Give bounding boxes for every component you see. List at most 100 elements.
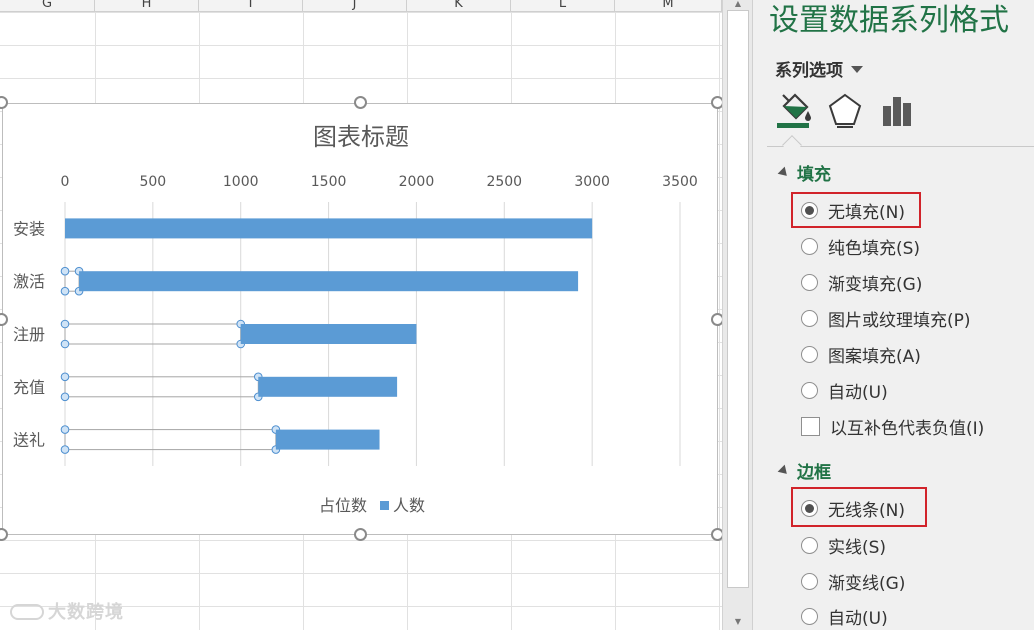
no-fill-option[interactable]: 无填充(N) (801, 196, 905, 224)
border-section-header[interactable]: 边框 (777, 458, 831, 483)
category-label-3: 充值 (13, 378, 45, 397)
solid-line-label: 实线(S) (828, 537, 887, 558)
collapse-triangle-icon (777, 166, 791, 180)
x-tick-label-4: 2000 (399, 174, 435, 190)
x-tick-label-7: 3500 (662, 174, 698, 190)
spreadsheet-area[interactable]: G H I J K L M 大数跨境 图表标题 0 500 1000 1500 2000 2… (0, 0, 722, 630)
automatic-line-label: 自动(U) (828, 608, 888, 629)
no-line-label: 无线条(N) (828, 500, 905, 521)
picture-texture-fill-radio[interactable] (801, 309, 818, 327)
placeholder-bar-handle-3-2 (60, 392, 70, 402)
column-header-l[interactable]: L (511, 0, 615, 11)
paint-bucket-icon[interactable] (775, 92, 811, 130)
bar-chart[interactable]: 图表标题 0 500 1000 1500 2000 2500 3000 3500 安装激活注册充值… (3, 104, 719, 536)
gradient-line-option[interactable]: 渐变线(G) (801, 567, 905, 595)
chart-area[interactable]: 图表标题 0 500 1000 1500 2000 2500 3000 3500 安装 激活 注册 充值… (2, 103, 718, 535)
x-tick-label-5: 2500 (486, 174, 522, 190)
column-header-row: G H I J K L M (0, 0, 722, 12)
placeholder-bar-handle-1-0 (60, 266, 70, 276)
fill-section-header[interactable]: 填充 (777, 160, 831, 185)
picture-texture-fill-label: 图片或纹理填充(P) (828, 310, 971, 331)
legend-label-count: 人数 (393, 496, 425, 515)
pattern-fill-radio[interactable] (801, 345, 818, 363)
category-label-2: 注册 (13, 325, 45, 344)
value-bar-3 (258, 376, 398, 397)
value-bar-4 (275, 429, 380, 450)
picture-texture-fill-option[interactable]: 图片或纹理填充(P) (801, 304, 971, 332)
tab-divider (767, 146, 1034, 147)
automatic-fill-option[interactable]: 自动(U) (801, 376, 888, 404)
column-header-m[interactable]: M (615, 0, 722, 11)
x-tick-label-1: 500 (139, 174, 166, 190)
format-data-series-pane: 设置数据系列格式 系列选项 填充 无填充(N) 纯色填充(S) 渐变填充(G) … (752, 0, 1034, 630)
chart-resize-handle-bottom-right[interactable] (711, 528, 722, 541)
collapse-triangle-icon (777, 464, 791, 478)
gradient-line-radio[interactable] (801, 572, 818, 590)
border-section-label: 边框 (797, 463, 831, 483)
solid-fill-radio[interactable] (801, 237, 818, 255)
scrollbar-thumb[interactable] (727, 10, 749, 588)
solid-line-radio[interactable] (801, 536, 818, 554)
column-header-j[interactable]: J (303, 0, 407, 11)
placeholder-bar-handle-4-2 (60, 445, 70, 454)
invert-if-negative-option[interactable]: 以互补色代表负值(I) (801, 412, 984, 440)
scroll-up-arrow-icon[interactable]: ▲ (729, 0, 747, 8)
gradient-fill-option[interactable]: 渐变填充(G) (801, 268, 922, 296)
category-label-1: 激活 (13, 272, 45, 291)
value-bar-2 (240, 324, 417, 344)
no-line-option[interactable]: 无线条(N) (801, 494, 905, 522)
category-label-4: 送礼 (13, 431, 45, 450)
chevron-down-icon (851, 66, 863, 73)
placeholder-bar-handle-3-0 (60, 372, 70, 382)
x-tick-label-3: 1500 (311, 174, 347, 190)
x-tick-label-0: 0 (61, 174, 70, 190)
series-options-label: 系列选项 (775, 61, 843, 81)
gradient-line-label: 渐变线(G) (828, 573, 906, 594)
placeholder-bar-handle-2-2 (60, 339, 70, 349)
watermark: 大数跨境 (10, 598, 124, 624)
solid-fill-option[interactable]: 纯色填充(S) (801, 232, 920, 260)
no-line-radio[interactable] (801, 499, 818, 517)
active-tab-pointer (782, 135, 802, 155)
placeholder-bar-handle-2-0 (60, 319, 70, 329)
pattern-fill-label: 图案填充(A) (828, 346, 921, 367)
placeholder-bar-4 (64, 429, 277, 451)
chart-resize-handle-bottom[interactable] (354, 528, 367, 541)
scroll-down-arrow-icon[interactable]: ▼ (729, 618, 747, 626)
placeholder-bar-handle-4-0 (60, 425, 70, 434)
solid-fill-label: 纯色填充(S) (828, 238, 921, 259)
value-bar-1 (79, 271, 579, 292)
placeholder-bar-3 (64, 376, 259, 398)
column-header-g[interactable]: G (0, 0, 95, 11)
invert-if-negative-checkbox[interactable] (801, 416, 820, 436)
series-options-dropdown[interactable]: 系列选项 (775, 56, 863, 81)
automatic-line-radio[interactable] (801, 607, 818, 625)
no-fill-label: 无填充(N) (828, 202, 905, 223)
automatic-fill-radio[interactable] (801, 381, 818, 399)
invert-if-negative-label: 以互补色代表负值(I) (830, 418, 985, 439)
pane-title: 设置数据系列格式 (769, 3, 1009, 38)
watermark-text: 大数跨境 (48, 602, 124, 623)
solid-line-option[interactable]: 实线(S) (801, 531, 886, 559)
chart-resize-handle-top-right[interactable] (711, 96, 722, 109)
chart-title: 图表标题 (313, 123, 409, 151)
vertical-scrollbar[interactable]: ▲ ▼ (722, 0, 752, 630)
legend-swatch-count (380, 501, 389, 510)
x-tick-label-6: 3000 (574, 174, 610, 190)
no-fill-radio[interactable] (801, 201, 818, 219)
gradient-fill-label: 渐变填充(G) (828, 274, 923, 295)
column-header-h[interactable]: H (95, 0, 199, 11)
placeholder-bar-handle-1-2 (60, 286, 70, 296)
chart-resize-handle-top[interactable] (354, 96, 367, 109)
automatic-fill-label: 自动(U) (828, 382, 888, 403)
chart-resize-handle-right[interactable] (711, 313, 722, 326)
pentagon-icon[interactable] (827, 92, 863, 130)
watermark-logo-icon (10, 604, 44, 620)
bar-chart-icon[interactable] (879, 92, 915, 130)
pattern-fill-option[interactable]: 图案填充(A) (801, 340, 921, 368)
column-header-i[interactable]: I (199, 0, 303, 11)
column-header-k[interactable]: K (407, 0, 511, 11)
gradient-fill-radio[interactable] (801, 273, 818, 291)
automatic-line-option[interactable]: 自动(U) (801, 602, 888, 630)
fill-section-label: 填充 (797, 165, 831, 185)
